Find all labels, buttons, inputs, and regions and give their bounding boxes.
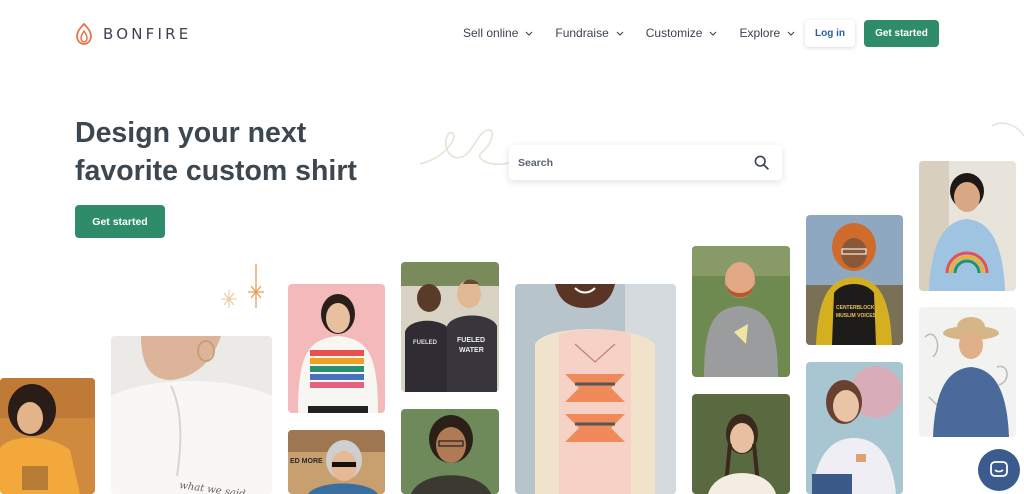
menu-sell-online[interactable]: Sell online <box>463 26 533 40</box>
menu-fundraise[interactable]: Fundraise <box>555 26 624 40</box>
photo-tile[interactable]: FUELED FUELED WATER <box>401 262 499 392</box>
svg-text:FUELED: FUELED <box>457 337 485 344</box>
person-photo <box>515 284 676 494</box>
person-photo: what we said <box>111 336 272 494</box>
person-photo: FUELED FUELED WATER <box>401 262 499 392</box>
svg-text:FUELED: FUELED <box>413 340 438 346</box>
photo-tile[interactable] <box>515 284 676 494</box>
photo-tile[interactable] <box>806 362 903 494</box>
top-navigation: BONFIRE Sell online Fundraise Customize … <box>0 0 1024 68</box>
menu-label: Explore <box>739 26 781 40</box>
nav-get-started-button[interactable]: Get started <box>864 20 939 47</box>
curve-decoration <box>991 122 1024 137</box>
chevron-down-icon <box>525 31 533 36</box>
photo-tile[interactable] <box>692 246 790 377</box>
photo-tile[interactable] <box>0 378 95 494</box>
menu-label: Customize <box>645 26 703 40</box>
photo-tile[interactable] <box>288 284 385 413</box>
search-bar <box>509 145 782 180</box>
chat-button[interactable] <box>978 449 1020 491</box>
person-photo: ED MORE <box>288 430 385 494</box>
flame-logo-icon <box>76 22 92 45</box>
hero-headline: Design your next favorite custom shirt <box>75 117 357 187</box>
person-photo <box>692 246 790 377</box>
person-photo <box>401 409 499 494</box>
photo-tile[interactable]: CENTERBLOCK MUSLIM VOICES <box>806 215 903 345</box>
svg-text:CENTERBLOCK: CENTERBLOCK <box>836 305 875 311</box>
photo-tile[interactable] <box>919 161 1016 291</box>
chevron-down-icon <box>710 31 717 36</box>
menu-label: Sell online <box>463 26 519 40</box>
photo-tile[interactable]: ED MORE <box>288 430 385 494</box>
person-photo <box>919 307 1016 437</box>
svg-text:ED MORE: ED MORE <box>290 458 323 465</box>
photo-tile[interactable] <box>401 409 499 494</box>
search-input[interactable] <box>518 156 748 169</box>
chevron-down-icon <box>787 31 795 36</box>
brand-name: BONFIRE <box>103 25 192 43</box>
person-photo <box>288 284 385 413</box>
svg-text:WATER: WATER <box>459 347 484 354</box>
menu-label: Fundraise <box>555 26 609 40</box>
chat-icon <box>990 461 1008 477</box>
search-icon[interactable] <box>754 155 769 170</box>
login-button[interactable]: Log in <box>805 20 855 47</box>
person-photo <box>692 394 790 494</box>
photo-tile[interactable] <box>692 394 790 494</box>
bonfire-logo[interactable]: BONFIRE <box>74 22 191 46</box>
main-menu: Sell online Fundraise Customize Explore <box>463 26 817 40</box>
person-photo: CENTERBLOCK MUSLIM VOICES <box>806 215 903 345</box>
person-photo <box>919 161 1016 291</box>
svg-text:MUSLIM VOICES: MUSLIM VOICES <box>836 313 877 319</box>
person-photo <box>0 378 95 494</box>
person-photo <box>806 362 903 494</box>
hero-get-started-button[interactable]: Get started <box>75 205 165 238</box>
sparkle-icon <box>221 264 264 308</box>
menu-explore[interactable]: Explore <box>739 26 795 40</box>
photo-tile[interactable]: what we said <box>111 336 272 494</box>
chevron-down-icon <box>616 31 624 36</box>
photo-tile[interactable] <box>919 307 1016 437</box>
menu-customize[interactable]: Customize <box>646 26 718 40</box>
